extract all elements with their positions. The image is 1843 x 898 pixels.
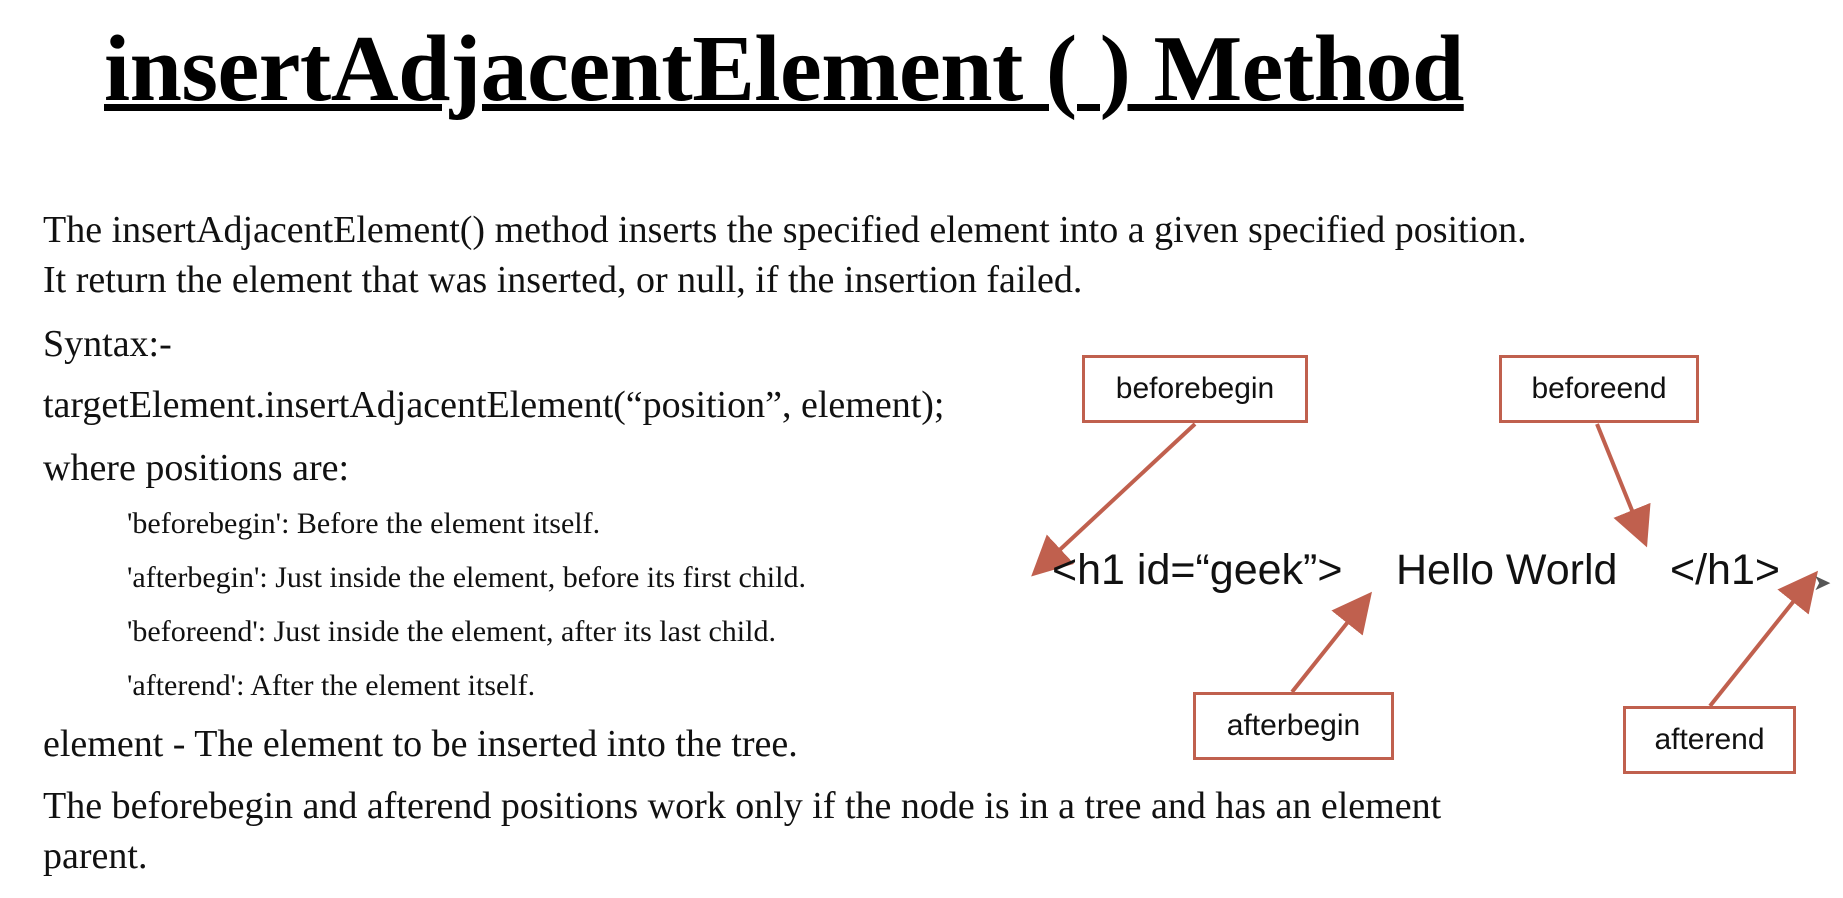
arrow-beforeend — [1595, 423, 1651, 548]
syntax-code: targetElement.insertAdjacentElement(“pos… — [43, 384, 945, 426]
note-line-1: The beforebegin and afterend positions w… — [43, 785, 1442, 827]
position-afterbegin-desc: 'afterbegin': Just inside the element, b… — [127, 561, 806, 594]
label-afterbegin: afterbegin — [1193, 692, 1394, 760]
position-beforeend-desc: 'beforeend': Just inside the element, af… — [127, 615, 776, 648]
positions-intro: where positions are: — [43, 447, 350, 489]
position-beforebegin-desc: 'beforebegin': Before the element itself… — [127, 507, 601, 540]
position-afterend-desc: 'afterend': After the element itself. — [127, 669, 536, 702]
slide-title: insertAdjacentElement ( ) Method — [104, 17, 1464, 121]
slide: insertAdjacentElement ( ) Method The ins… — [0, 0, 1843, 898]
element-param-desc: element - The element to be inserted int… — [43, 723, 798, 765]
label-beforeend: beforeend — [1499, 355, 1699, 423]
description-line-1: The insertAdjacentElement() method inser… — [43, 209, 1527, 251]
code-open-tag: <h1 id=“geek”> — [1052, 546, 1343, 594]
label-beforebegin: beforebegin — [1082, 355, 1308, 423]
syntax-label: Syntax:- — [43, 323, 172, 365]
arrow-afterbegin — [1290, 591, 1372, 694]
code-close-tag: </h1> — [1670, 546, 1780, 594]
description-line-2: It return the element that was inserted,… — [43, 259, 1083, 301]
code-content: Hello World — [1396, 546, 1618, 594]
arrow-afterend — [1708, 570, 1818, 708]
mouse-pointer-icon: ➤ — [1813, 571, 1832, 596]
label-afterend: afterend — [1623, 706, 1796, 774]
note-line-2: parent. — [43, 835, 148, 877]
